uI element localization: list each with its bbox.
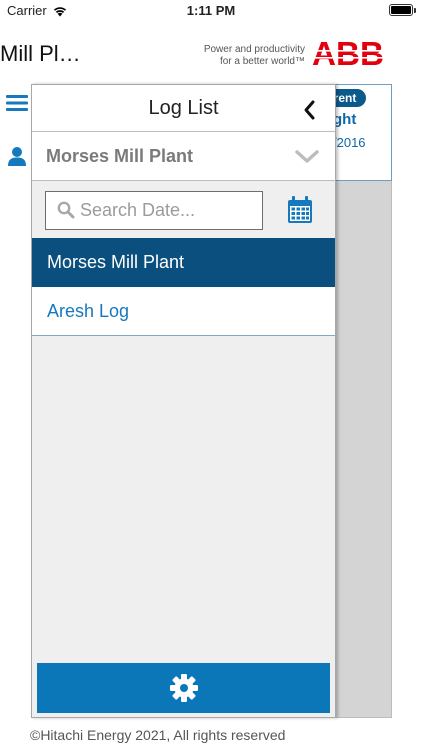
drawer-title: Log List	[148, 97, 219, 119]
drawer-header: Log List	[32, 85, 335, 132]
copyright-footer: ©Hitachi Energy 2021, All rights reserve…	[30, 727, 286, 743]
chevron-down-icon	[295, 150, 319, 163]
settings-button[interactable]	[37, 663, 330, 713]
log-item-label: Morses Mill Plant	[47, 252, 185, 272]
app-header: Mill Pl… Power and productivity for a be…	[0, 22, 422, 84]
search-date-input[interactable]	[80, 192, 260, 229]
status-bar: Carrier 1:11 PM	[0, 0, 422, 22]
clock: 1:11 PM	[186, 3, 236, 18]
user-icon[interactable]	[7, 146, 27, 166]
log-list-drawer: Log List Morses Mill Plant Search Date..…	[31, 84, 336, 718]
abb-logo-text: ABB	[312, 38, 384, 68]
log-item-morses-mill-plant[interactable]: Morses Mill Plant	[32, 238, 335, 287]
brand-tagline: Power and productivity for a better worl…	[183, 44, 305, 68]
page-title: Mill Pl…	[0, 41, 81, 66]
tagline-line-2: for a better world™	[219, 56, 305, 67]
close-drawer-chevron-icon[interactable]	[301, 99, 317, 121]
log-item-label: Aresh Log	[47, 301, 130, 321]
abb-logo: ABB	[312, 38, 384, 68]
plant-select-value: Morses Mill Plant	[46, 146, 194, 166]
battery-icon	[389, 4, 416, 16]
app-screen: Carrier 1:11 PM Mill Pl… Power and produ…	[0, 0, 422, 750]
plant-select[interactable]: Morses Mill Plant	[32, 132, 335, 181]
shift-date: /2016	[333, 135, 366, 150]
search-box	[45, 191, 263, 230]
tagline-line-1: Power and productivity	[203, 44, 305, 55]
gear-icon	[170, 674, 198, 702]
log-item-aresh-log[interactable]: Aresh Log	[32, 287, 335, 336]
calendar-icon[interactable]	[287, 196, 313, 224]
search-icon	[57, 201, 75, 219]
menu-icon[interactable]	[6, 94, 28, 112]
shift-label: ght	[333, 111, 357, 128]
